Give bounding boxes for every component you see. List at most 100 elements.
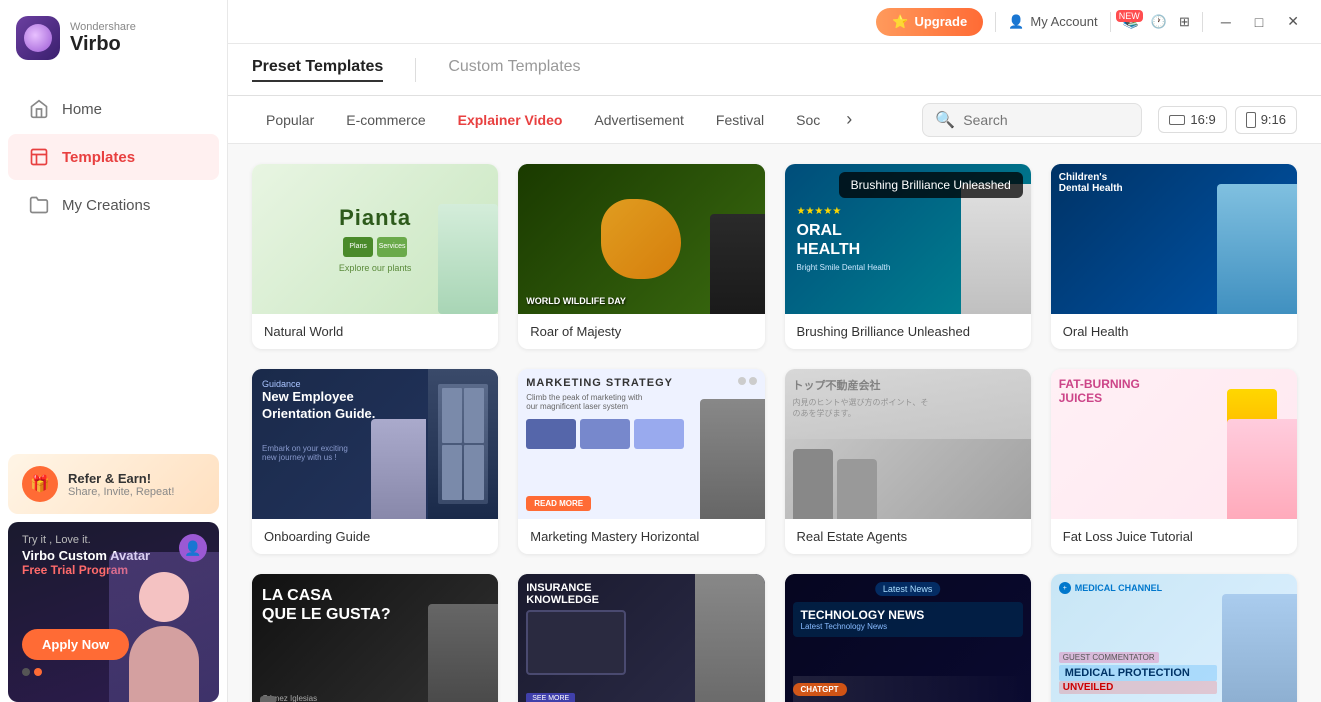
- re-person: [428, 604, 498, 702]
- category-bar: Popular E-commerce Explainer Video Adver…: [228, 96, 1321, 144]
- template-thumb-marketing: MARKETING STRATEGY Climb the peak of mar…: [518, 369, 764, 519]
- template-card-fatjuice[interactable]: FAT-BURNINGJUICES Fat Loss Juice Tutoria…: [1051, 369, 1297, 554]
- ins-title: INSURANCEKNOWLEDGE: [526, 582, 599, 606]
- ins-see-more: SEE MORE: [526, 693, 575, 702]
- grid-icon: ⊞: [1179, 14, 1190, 30]
- onboard-building: [428, 369, 498, 519]
- aspect-9-16-button[interactable]: 9:16: [1235, 106, 1297, 134]
- aspect-9-16-label: 9:16: [1261, 112, 1286, 127]
- ins-person: [695, 574, 765, 702]
- template-thumb-brushing: ★★★★★ ORALHEALTH Bright Smile Dental Hea…: [785, 164, 1031, 314]
- tab-custom[interactable]: Custom Templates: [448, 58, 580, 82]
- tech-bottom: [793, 676, 1031, 702]
- cat-festival[interactable]: Festival: [702, 106, 778, 134]
- onboard-subtitle: Embark on your exciting new journey with…: [262, 444, 362, 462]
- sidebar-home-label: Home: [62, 101, 102, 118]
- cat-ecommerce[interactable]: E-commerce: [332, 106, 439, 134]
- logo-area: Wondershare Virbo: [0, 0, 227, 76]
- apply-button[interactable]: Apply Now: [22, 629, 129, 660]
- marketing-person: [700, 399, 765, 519]
- template-card-natural-world[interactable]: Pianta Plans Services Explore our plants…: [252, 164, 498, 349]
- template-card-roar-majesty[interactable]: Exploring the Majestic Tigers WORLD WILD…: [518, 164, 764, 349]
- roar-person: [710, 214, 765, 314]
- cat-soc[interactable]: Soc: [782, 106, 834, 134]
- template-card-insurance[interactable]: INSURANCEKNOWLEDGE SEE MORE Explanation …: [518, 574, 764, 702]
- template-card-realestate-agents[interactable]: トップ不動産会社 内見のヒントや選び方のポイント、そのあを学びます。 Real …: [785, 369, 1031, 554]
- account-icon: 👤: [1008, 14, 1024, 30]
- med-person: [1222, 594, 1297, 702]
- marketing-grid: [526, 419, 684, 449]
- my-account-button[interactable]: 👤 My Account: [1008, 14, 1097, 30]
- home-icon: [28, 98, 50, 120]
- divider-3: [1202, 12, 1203, 32]
- template-thumb-fatjuice: FAT-BURNINGJUICES: [1051, 369, 1297, 519]
- search-input[interactable]: [963, 112, 1123, 128]
- oral-text: Children'sDental Health: [1059, 172, 1123, 194]
- template-card-brushing[interactable]: ★★★★★ ORALHEALTH Bright Smile Dental Hea…: [785, 164, 1031, 349]
- template-card-medical[interactable]: + MEDICAL CHANNEL GUEST COMMENTATOR MEDI…: [1051, 574, 1297, 702]
- upgrade-button[interactable]: ⭐ Upgrade: [876, 8, 983, 36]
- sidebar-item-templates[interactable]: Templates: [8, 134, 219, 180]
- marketing-cta: READ MORE: [526, 496, 591, 511]
- onboard-title: New EmployeeOrientation Guide.: [262, 389, 375, 423]
- aspect-buttons: 16:9 9:16: [1158, 106, 1297, 134]
- grid-button[interactable]: ⊞: [1179, 14, 1190, 30]
- template-thumb-tech: Latest News TECHNOLOGY NEWS Latest Techn…: [785, 574, 1031, 702]
- divider-2: [1110, 12, 1111, 32]
- account-label: My Account: [1030, 14, 1097, 29]
- aspect-16-9-button[interactable]: 16:9: [1158, 106, 1226, 133]
- med-titles: GUEST COMMENTATOR MEDICAL PROTECTION UNV…: [1059, 647, 1217, 694]
- cat-popular[interactable]: Popular: [252, 106, 328, 134]
- refer-subtitle: Share, Invite, Repeat!: [68, 486, 174, 498]
- template-thumb-roar: Exploring the Majestic Tigers WORLD WILD…: [518, 164, 764, 314]
- cat-explainer[interactable]: Explainer Video: [444, 106, 577, 134]
- tech-latest: Latest News: [875, 582, 941, 596]
- template-grid: Pianta Plans Services Explore our plants…: [252, 164, 1297, 702]
- template-thumb-natural: Pianta Plans Services Explore our plants: [252, 164, 498, 314]
- aspect-16-9-label: 16:9: [1190, 112, 1215, 127]
- sidebar-my-creations-label: My Creations: [62, 197, 150, 214]
- template-label-fatjuice: Fat Loss Juice Tutorial: [1051, 519, 1297, 554]
- re-contact: Gómez Iglesias+34-888888888 | https://ww…: [262, 694, 403, 702]
- template-card-oral-health[interactable]: Children'sDental Health Oral Health: [1051, 164, 1297, 349]
- template-card-onboarding[interactable]: Guidance New EmployeeOrientation Guide. …: [252, 369, 498, 554]
- sidebar-item-home[interactable]: Home: [8, 86, 219, 132]
- tab-bar: Preset Templates Custom Templates: [228, 44, 1321, 96]
- template-card-realestate[interactable]: LA CASAQUE LE GUSTA? Gómez Iglesias+34-8…: [252, 574, 498, 702]
- logo-icon-inner: [24, 24, 52, 52]
- sidebar-nav: Home Templates My Creations: [0, 76, 227, 454]
- sidebar-item-my-creations[interactable]: My Creations: [8, 182, 219, 228]
- new-badge: NEW: [1116, 10, 1143, 22]
- upgrade-label: Upgrade: [914, 14, 967, 29]
- tiger-shape: [601, 199, 681, 279]
- template-thumb-medical: + MEDICAL CHANNEL GUEST COMMENTATOR MEDI…: [1051, 574, 1297, 702]
- oral-persons: [1217, 184, 1297, 314]
- brushing-person: [961, 184, 1031, 314]
- marketing-dots: [738, 377, 757, 385]
- history-icon: 🕐: [1151, 14, 1167, 30]
- template-label-marketing: Marketing Mastery Horizontal: [518, 519, 764, 554]
- promo-area: 🎁 Refer & Earn! Share, Invite, Repeat! T…: [0, 454, 227, 702]
- sidebar: Wondershare Virbo Home Templates My Crea…: [0, 0, 228, 702]
- template-card-tech[interactable]: Latest News TECHNOLOGY NEWS Latest Techn…: [785, 574, 1031, 702]
- marketing-subtitle: Climb the peak of marketing with our mag…: [526, 393, 646, 411]
- search-icon: 🔍: [935, 110, 955, 130]
- re-logo-box: [260, 696, 276, 702]
- category-more-button[interactable]: ›: [838, 103, 860, 136]
- promo-avatar[interactable]: Try it , Love it. Virbo Custom Avatar Fr…: [8, 522, 219, 702]
- template-label-onboarding: Onboarding Guide: [252, 519, 498, 554]
- minimize-button[interactable]: ─: [1215, 12, 1237, 32]
- tab-divider: [415, 58, 416, 82]
- history-button[interactable]: 🕐: [1151, 14, 1167, 30]
- sidebar-templates-label: Templates: [62, 149, 135, 166]
- tab-preset[interactable]: Preset Templates: [252, 58, 383, 82]
- avatar-icon: 👤: [179, 534, 207, 562]
- refer-title: Refer & Earn!: [68, 471, 174, 486]
- maximize-button[interactable]: □: [1249, 12, 1269, 32]
- template-label-oral: Oral Health: [1051, 314, 1297, 349]
- close-button[interactable]: ✕: [1281, 11, 1305, 32]
- app-name: Virbo: [70, 33, 136, 56]
- template-card-marketing[interactable]: MARKETING STRATEGY Climb the peak of mar…: [518, 369, 764, 554]
- cat-advertisement[interactable]: Advertisement: [580, 106, 697, 134]
- promo-refer[interactable]: 🎁 Refer & Earn! Share, Invite, Repeat!: [8, 454, 219, 514]
